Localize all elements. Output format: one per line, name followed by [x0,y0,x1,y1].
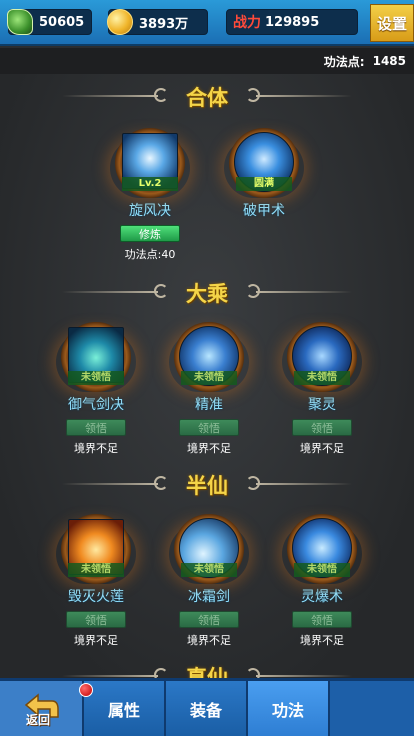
section-title: 大乘 [186,282,228,306]
settings-button[interactable]: 设置 [370,4,414,42]
skill-level-tag: 圆满 [236,177,292,191]
section-title: 半仙 [186,474,228,498]
skill-name: 御气剑决 [68,397,124,413]
tab-attributes[interactable]: 属性 [79,681,166,736]
comprehend-button[interactable]: 领悟 [66,419,126,436]
skill-name: 灵爆术 [301,589,343,605]
skill-orb[interactable]: 未领悟 [163,514,255,586]
skill-orb[interactable]: 未领悟 [163,322,255,394]
skill-requirement: 境界不足 [74,634,118,647]
back-label: 返回 [26,713,51,727]
jade-counter: 50605 [7,9,92,35]
skill-cost: 功法点:40 [124,248,176,261]
skill-status-tag: 未领悟 [294,563,350,577]
skill-status-tag: 未领悟 [181,371,237,385]
comprehend-button[interactable]: 领悟 [179,611,239,628]
skill-orb[interactable]: 未领悟 [50,322,142,394]
gold-counter: 3893万 [107,9,208,35]
skill-orb[interactable]: 未领悟 [276,514,368,586]
section-divider: 真仙 [62,662,352,678]
jade-currency-icon [7,9,33,35]
section-title: 合体 [186,86,228,110]
skill-card[interactable]: 未领悟 聚灵 领悟 境界不足 [267,322,377,456]
skill-orb[interactable]: 圆满 [218,128,310,200]
skill-requirement: 境界不足 [187,634,231,647]
comprehend-button[interactable]: 领悟 [66,611,126,628]
skill-name: 毁灭火莲 [68,589,124,605]
red-dot-icon [79,683,93,697]
skill-card[interactable]: Lv.2 旋风决 修炼 功法点:40 [95,128,205,262]
skill-points-bar: 功法点: 1485 [0,48,414,74]
section-divider: 大乘 [62,278,352,306]
bottom-nav: 返回 属性 装备 功法 [0,678,414,736]
skill-name: 聚灵 [308,397,336,413]
gold-value: 3893万 [139,16,189,32]
skill-name: 破甲术 [243,203,285,219]
skill-orb[interactable]: 未领悟 [276,322,368,394]
train-button[interactable]: 修炼 [120,225,180,242]
section-divider: 合体 [62,82,352,110]
skill-card[interactable]: 未领悟 灵爆术 领悟 境界不足 [267,514,377,648]
power-value: 129895 [265,14,320,30]
skill-requirement: 境界不足 [187,442,231,455]
skill-card[interactable]: 未领悟 精准 领悟 境界不足 [154,322,264,456]
skill-status-tag: 未领悟 [68,563,124,577]
comprehend-button[interactable]: 领悟 [292,419,352,436]
skill-list[interactable]: 合体 Lv.2 旋风决 修炼 功法点:40 圆满 破甲术 大乘 未领悟 御气剑决 [0,74,414,678]
skill-level-tag: Lv.2 [122,177,178,191]
skill-status-tag: 未领悟 [68,371,124,385]
skill-orb[interactable]: 未领悟 [50,514,142,586]
comprehend-button[interactable]: 领悟 [179,419,239,436]
skill-points-value: 1485 [372,54,406,68]
top-bar: 50605 3893万 战力 129895 设置 [0,0,414,46]
skill-points-label: 功法点: [323,54,365,69]
comprehend-button[interactable]: 领悟 [292,611,352,628]
skill-name: 冰霜剑 [188,589,230,605]
tab-equipment[interactable]: 装备 [166,681,248,736]
gold-coin-icon [107,9,133,35]
skill-requirement: 境界不足 [74,442,118,455]
tab-label: 装备 [189,700,222,720]
skill-requirement: 境界不足 [300,634,344,647]
back-button[interactable]: 返回 [0,681,84,736]
power-label: 战力 [233,15,261,31]
skill-name: 旋风决 [129,203,171,219]
tab-label: 属性 [107,700,140,720]
section-divider: 半仙 [62,470,352,498]
combat-power: 战力 129895 [226,9,358,35]
skill-card[interactable]: 圆满 破甲术 [209,128,319,220]
skill-requirement: 境界不足 [300,442,344,455]
skill-orb[interactable]: Lv.2 [104,128,196,200]
skill-status-tag: 未领悟 [294,371,350,385]
nav-filler [330,681,414,736]
tab-label: 功法 [271,700,304,720]
skill-card[interactable]: 未领悟 御气剑决 领悟 境界不足 [41,322,151,456]
skill-name: 精准 [195,397,223,413]
skill-status-tag: 未领悟 [181,563,237,577]
tab-skills[interactable]: 功法 [248,681,330,736]
jade-value: 50605 [39,14,85,30]
skill-card[interactable]: 未领悟 毁灭火莲 领悟 境界不足 [41,514,151,648]
skill-card[interactable]: 未领悟 冰霜剑 领悟 境界不足 [154,514,264,648]
